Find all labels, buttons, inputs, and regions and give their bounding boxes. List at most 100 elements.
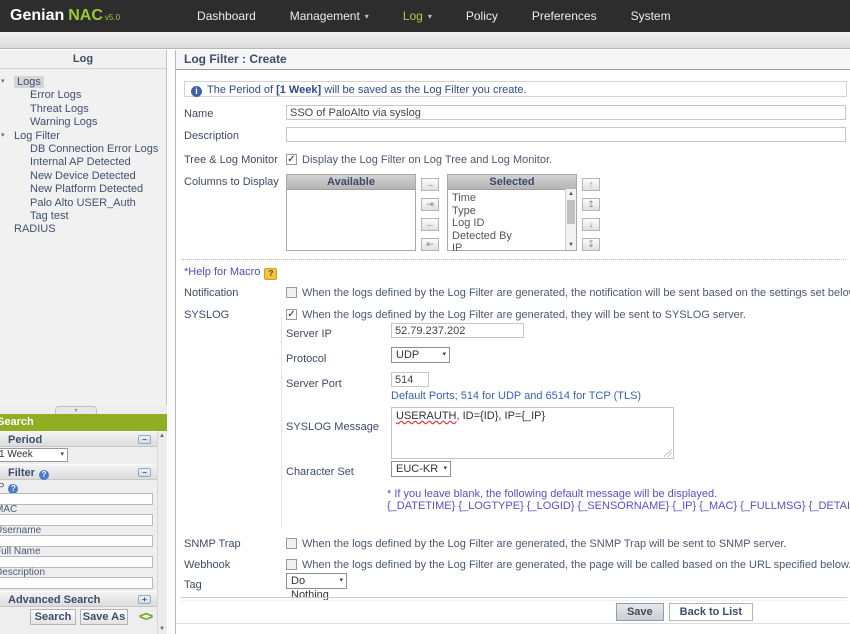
collapse-caret-icon[interactable]: ▾ [1, 75, 5, 88]
tree-item-threat-logs[interactable]: Threat Logs [0, 103, 166, 116]
nav-log[interactable]: Log▾ [386, 9, 449, 23]
tree-item-warning-logs[interactable]: Warning Logs [0, 116, 166, 129]
charset-select[interactable]: EUC-KR▾ [391, 461, 451, 477]
nav-management[interactable]: Management▾ [273, 9, 386, 23]
move-bottom-button[interactable]: ↧ [582, 238, 600, 251]
collapse-caret-icon[interactable]: ▾ [1, 129, 5, 142]
tree-item-radius[interactable]: RADIUS [0, 223, 166, 236]
checkmark-icon: ✓ [287, 154, 295, 165]
info-icon: i [191, 86, 202, 97]
collapse-section-button[interactable]: − [138, 468, 151, 477]
app-logo: GenianNACv5.0 [10, 7, 120, 25]
nav-dashboard[interactable]: Dashboard [180, 9, 273, 23]
top-nav: GenianNACv5.0 Dashboard Management▾ Log▾… [0, 0, 850, 32]
filter-section-header[interactable]: Filter?− [0, 464, 157, 480]
tree-item-error-logs[interactable]: Error Logs [0, 89, 166, 102]
list-item[interactable]: Time [448, 192, 576, 205]
snmp-trap-label: SNMP Trap [184, 538, 241, 550]
nav-policy[interactable]: Policy [449, 9, 515, 23]
tree-monitor-checkbox[interactable]: ✓ [286, 154, 297, 165]
nav-preferences[interactable]: Preferences [515, 9, 614, 23]
sidebar-title: Log [0, 50, 166, 69]
period-section-header[interactable]: Period− [0, 431, 157, 447]
log-tree: ▾Logs Error Logs Threat Logs Warning Log… [0, 69, 166, 237]
sidebar-gutter [168, 50, 175, 634]
webhook-text: When the logs defined by the Log Filter … [302, 559, 850, 571]
move-left-button[interactable]: ← [421, 218, 439, 231]
help-macro-row: *Help for Macro? [184, 266, 277, 280]
list-item[interactable]: Detected By [448, 230, 576, 243]
back-to-list-button[interactable]: Back to List [669, 603, 753, 621]
server-port-input[interactable] [391, 372, 429, 387]
name-label: Name [184, 108, 213, 120]
tree-item-logs[interactable]: ▾Logs [0, 76, 166, 89]
scroll-down-icon[interactable]: ▼ [568, 242, 574, 248]
resize-handle-icon[interactable] [664, 449, 672, 457]
help-macro-link[interactable]: *Help for Macro [184, 266, 260, 278]
move-all-left-button[interactable]: ⇤ [421, 238, 439, 251]
server-ip-input[interactable] [391, 323, 524, 338]
tree-item-db-connection-error-logs[interactable]: DB Connection Error Logs [0, 143, 166, 156]
search-button[interactable]: Search [30, 609, 76, 625]
panel-resize-chevrons-icon[interactable]: <> [139, 608, 151, 624]
tree-item-new-platform-detected[interactable]: New Platform Detected [0, 183, 166, 196]
tree-item-log-filter[interactable]: ▾Log Filter [0, 130, 166, 143]
info-notice: iThe Period of [1 Week] will be saved as… [184, 81, 847, 97]
move-all-right-button[interactable]: ⇥ [421, 198, 439, 211]
nav-menu: Dashboard Management▾ Log▾ Policy Prefer… [180, 9, 688, 23]
search-panel-scrollbar[interactable]: ▲ ▼ [157, 431, 166, 634]
ip-field-input[interactable] [0, 493, 153, 505]
move-down-button[interactable]: ↓ [582, 218, 600, 231]
description-field-input[interactable] [0, 577, 153, 589]
list-item[interactable]: Type [448, 205, 576, 218]
notification-label: Notification [184, 287, 238, 299]
list-item[interactable]: IP [448, 242, 576, 255]
checkmark-icon: ✓ [287, 309, 295, 320]
help-icon[interactable]: ? [39, 470, 49, 480]
scroll-up-icon[interactable]: ▲ [568, 191, 574, 197]
move-top-button[interactable]: ↥ [582, 198, 600, 211]
syslog-checkbox[interactable]: ✓ [286, 309, 297, 320]
macro-help-icon[interactable]: ? [264, 268, 277, 280]
page-title: Log Filter : Create [176, 50, 850, 70]
move-right-button[interactable]: → [421, 178, 439, 191]
move-up-button[interactable]: ↑ [582, 178, 600, 191]
protocol-select[interactable]: UDP▾ [391, 347, 450, 363]
name-input[interactable] [286, 105, 846, 120]
notification-text: When the logs defined by the Log Filter … [302, 287, 850, 299]
save-button[interactable]: Save [616, 603, 664, 621]
tree-item-tag-test[interactable]: Tag test [0, 210, 166, 223]
list-item[interactable]: Log ID [448, 217, 576, 230]
syslog-message-rest: , ID={ID}, IP={_IP} [457, 410, 546, 422]
scrollbar-thumb[interactable] [567, 200, 575, 224]
select-arrow-icon: ▾ [442, 348, 446, 362]
server-port-label: Server Port [286, 378, 342, 390]
notification-checkbox[interactable] [286, 287, 297, 298]
save-as-button[interactable]: Save As [80, 609, 128, 625]
misspelled-word: USERAUTH [396, 410, 457, 422]
nav-system[interactable]: System [614, 9, 688, 23]
panel-collapse-handle[interactable]: ▾ [55, 406, 97, 414]
expand-section-button[interactable]: + [138, 595, 151, 604]
tree-item-new-device-detected[interactable]: New Device Detected [0, 170, 166, 183]
tree-item-internal-ap-detected[interactable]: Internal AP Detected [0, 156, 166, 169]
log-filter-form: iThe Period of [1 Week] will be saved as… [176, 70, 850, 634]
brand-version: v5.0 [105, 13, 120, 22]
period-select[interactable]: 1 Week▾ [0, 448, 68, 462]
blank-message-note-line1: * If you leave blank, the following defa… [387, 488, 717, 500]
description-input[interactable] [286, 127, 846, 142]
notice-period: [1 Week] [276, 84, 321, 96]
available-listbox[interactable]: Available [286, 174, 416, 251]
selected-listbox[interactable]: Selected Time Type Log ID Detected By IP… [447, 174, 577, 251]
syslog-message-textarea[interactable]: USERAUTH, ID={ID}, IP={_IP} [391, 407, 674, 459]
snmp-trap-checkbox[interactable] [286, 538, 297, 549]
scroll-down-icon[interactable]: ▼ [159, 626, 165, 632]
select-arrow-icon: ▾ [60, 449, 64, 461]
collapse-section-button[interactable]: − [138, 435, 151, 444]
scroll-up-icon[interactable]: ▲ [159, 433, 165, 439]
tag-select[interactable]: Do Nothing▾ [286, 573, 347, 589]
list-scrollbar[interactable]: ▲ ▼ [565, 189, 576, 250]
tree-item-palo-alto-user-auth[interactable]: Palo Alto USER_Auth [0, 197, 166, 210]
webhook-checkbox[interactable] [286, 559, 297, 570]
advanced-search-header[interactable]: Advanced Search+ [0, 591, 157, 607]
